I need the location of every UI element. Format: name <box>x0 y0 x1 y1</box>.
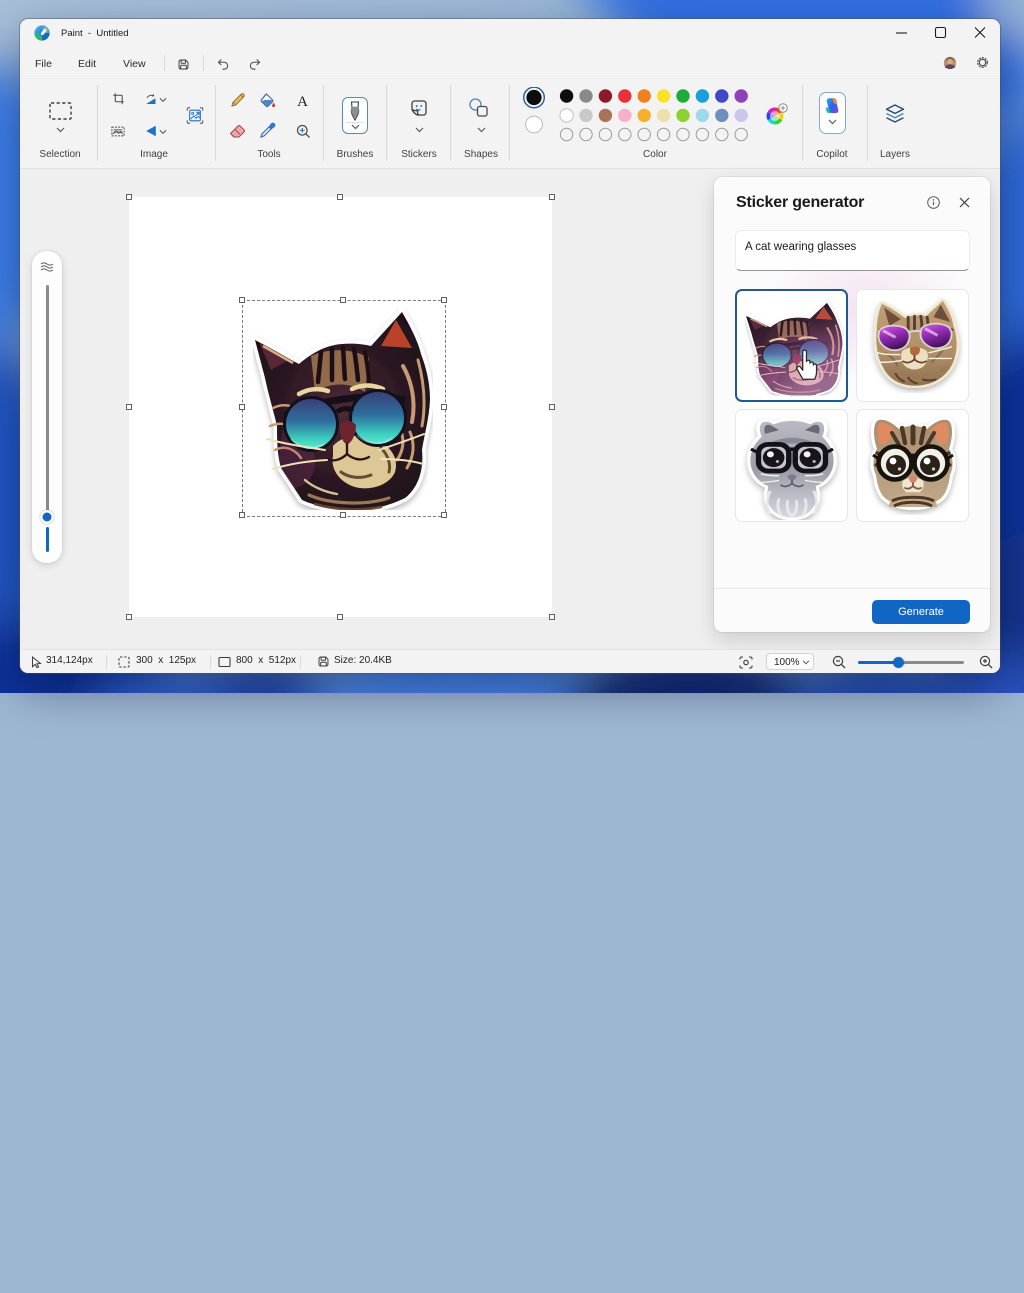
svg-text:A: A <box>297 94 308 108</box>
